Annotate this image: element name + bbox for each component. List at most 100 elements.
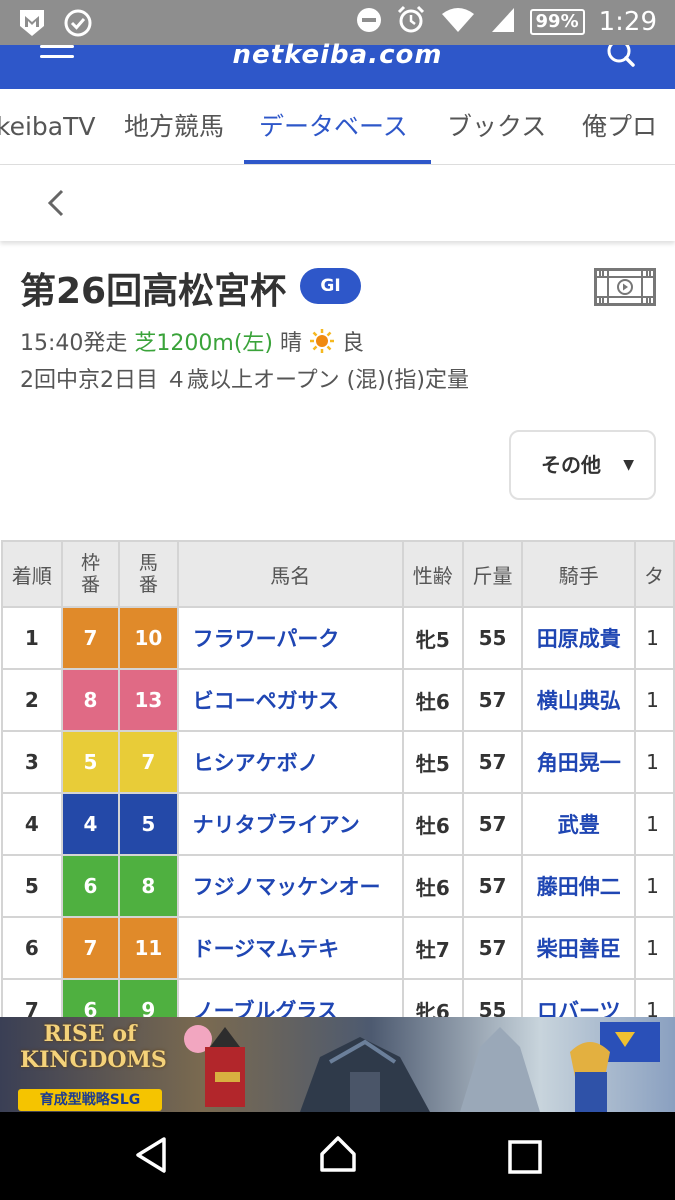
race-details: 2回中京2日目 ４歳以上オープン (混)(指)定量 xyxy=(20,368,469,393)
weight-cell: 57 xyxy=(461,854,524,918)
grade-badge: GI xyxy=(300,268,361,304)
race-title: 第26回高松宮杯 xyxy=(20,271,287,312)
knight-illustration xyxy=(460,1022,660,1112)
site-logo[interactable]: netkeiba.com xyxy=(0,42,675,68)
ad-banner[interactable]: RISE of KINGDOMS 育成型戦略SLG xyxy=(0,1017,675,1112)
video-icon[interactable] xyxy=(594,268,656,306)
weight-cell: 57 xyxy=(461,916,524,980)
chevron-left-icon[interactable] xyxy=(44,185,70,221)
tab-ore-pro[interactable]: 俺プロ xyxy=(582,89,657,164)
triangle-down-icon: ▼ xyxy=(623,457,634,473)
course: 芝1200m(左) xyxy=(134,331,273,356)
horse-name-link[interactable]: ナリタブライアン xyxy=(176,792,404,856)
jockey-link[interactable]: 横山典弘 xyxy=(521,668,637,732)
site-header: netkeiba.com xyxy=(0,39,675,89)
extra-cell: 1 xyxy=(634,792,675,856)
table-row: 5 6 8 フジノマッケンオー 牡6 57 藤田伸二 1 xyxy=(1,854,675,918)
weight-cell: 57 xyxy=(461,730,524,794)
start-time: 15:40発走 xyxy=(20,331,128,356)
column-header-umaban[interactable]: 馬番 xyxy=(118,540,179,608)
signal-icon xyxy=(490,6,516,38)
horse-name-link[interactable]: ドージマムテキ xyxy=(176,916,404,980)
castle-illustration xyxy=(300,1037,430,1112)
screen: 99% 1:29 netkeiba.com keibaTV 地方競馬 データベー… xyxy=(0,0,675,1200)
check-circle-icon xyxy=(64,9,92,41)
clock: 1:29 xyxy=(598,7,657,37)
status-bar: 99% 1:29 xyxy=(0,0,675,45)
table-row: 2 8 13 ビコーペガサス 牡6 57 横山典弘 1 xyxy=(1,668,675,732)
jockey-link[interactable]: 武豊 xyxy=(521,792,637,856)
tab-chiho-keiba[interactable]: 地方競馬 xyxy=(124,89,224,164)
results-table: 着順 枠番 馬番 馬名 性齢 斤量 騎手 タ 1 7 10 フラワーパーク 牝5 55 田原… xyxy=(1,540,675,1042)
jockey-link[interactable]: 角田晃一 xyxy=(521,730,637,794)
table-row: 3 5 7 ヒシアケボノ 牡5 57 角田晃一 1 xyxy=(1,730,675,794)
table-row: 4 4 5 ナリタブライアン 牡6 57 武豊 1 xyxy=(1,792,675,856)
battery-indicator: 99% xyxy=(529,9,585,35)
active-tab-indicator xyxy=(244,160,431,164)
weight-cell: 57 xyxy=(461,668,524,732)
umaban-cell: 13 xyxy=(118,668,179,732)
search-icon[interactable] xyxy=(607,39,637,69)
sex-age-cell: 牡5 xyxy=(401,730,464,794)
samurai-illustration xyxy=(184,1025,245,1107)
jockey-link[interactable]: 柴田善臣 xyxy=(521,916,637,980)
tab-books[interactable]: ブックス xyxy=(447,89,546,164)
umaban-cell: 7 xyxy=(118,730,179,794)
wifi-icon xyxy=(440,6,476,38)
umaban-cell: 10 xyxy=(118,606,179,670)
waku-cell: 6 xyxy=(60,854,121,918)
sex-age-cell: 牡7 xyxy=(401,916,464,980)
ad-tagline: 育成型戦略SLG xyxy=(18,1089,162,1111)
horse-name-link[interactable]: ヒシアケボノ xyxy=(176,730,404,794)
umaban-cell: 5 xyxy=(118,792,179,856)
other-label: その他 xyxy=(541,453,601,477)
m-shield-icon xyxy=(18,8,46,42)
horse-name-link[interactable]: フジノマッケンオー xyxy=(176,854,404,918)
table-header-row: 着順 枠番 馬番 馬名 性齢 斤量 騎手 タ xyxy=(1,540,675,608)
sun-icon xyxy=(309,328,335,360)
column-header-sex-age[interactable]: 性齢 xyxy=(401,540,464,608)
waku-cell: 4 xyxy=(60,792,121,856)
race-conditions: 15:40発走 芝1200m(左) 晴 良 xyxy=(20,325,364,360)
other-dropdown-button[interactable]: その他 ▼ xyxy=(509,430,656,500)
rank-cell: 1 xyxy=(1,606,63,670)
track-condition: 良 xyxy=(342,331,365,356)
extra-cell: 1 xyxy=(634,854,675,918)
extra-cell: 1 xyxy=(634,730,675,794)
rank-cell: 4 xyxy=(1,792,63,856)
horse-name-link[interactable]: ビコーペガサス xyxy=(176,668,404,732)
waku-cell: 8 xyxy=(60,668,121,732)
waku-cell: 5 xyxy=(60,730,121,794)
rank-cell: 6 xyxy=(1,916,63,980)
weight-cell: 57 xyxy=(461,792,524,856)
rank-cell: 3 xyxy=(1,730,63,794)
column-header-weight[interactable]: 斤量 xyxy=(461,540,524,608)
waku-cell: 7 xyxy=(60,606,121,670)
umaban-cell: 11 xyxy=(118,916,179,980)
table-row: 1 7 10 フラワーパーク 牝5 55 田原成貴 1 xyxy=(1,606,675,670)
sex-age-cell: 牝5 xyxy=(401,606,464,670)
column-header-extra[interactable]: タ xyxy=(634,540,675,608)
waku-cell: 7 xyxy=(60,916,121,980)
weather: 晴 xyxy=(280,331,303,356)
rank-cell: 5 xyxy=(1,854,63,918)
tab-keibatv[interactable]: keibaTV xyxy=(0,89,95,164)
back-triangle-icon[interactable] xyxy=(134,1136,168,1178)
horse-name-link[interactable]: フラワーパーク xyxy=(176,606,404,670)
system-nav-bar xyxy=(0,1112,675,1200)
extra-cell: 1 xyxy=(634,668,675,732)
recent-apps-icon[interactable] xyxy=(508,1140,542,1178)
home-icon[interactable] xyxy=(318,1134,358,1178)
column-header-waku[interactable]: 枠番 xyxy=(60,540,121,608)
sex-age-cell: 牡6 xyxy=(401,668,464,732)
column-header-horse[interactable]: 馬名 xyxy=(176,540,404,608)
column-header-rank[interactable]: 着順 xyxy=(1,540,63,608)
jockey-link[interactable]: 田原成貴 xyxy=(521,606,637,670)
tab-database[interactable]: データベース xyxy=(259,89,408,164)
weight-cell: 55 xyxy=(461,606,524,670)
rank-cell: 2 xyxy=(1,668,63,732)
ad-logo: RISE of KINGDOMS xyxy=(20,1021,167,1073)
jockey-link[interactable]: 藤田伸二 xyxy=(521,854,637,918)
column-header-jockey[interactable]: 騎手 xyxy=(521,540,637,608)
sex-age-cell: 牡6 xyxy=(401,792,464,856)
